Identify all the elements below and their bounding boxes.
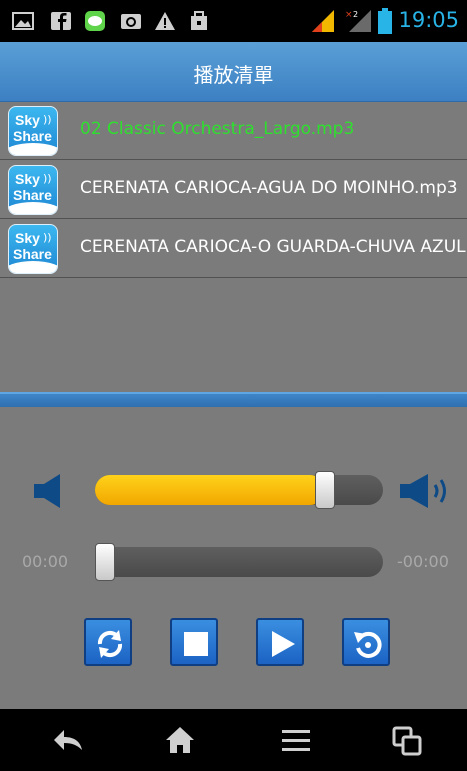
list-item[interactable]: Sky )) Share CERENATA CARIOCA-O GUARDA-C… xyxy=(0,220,467,278)
volume-thumb[interactable] xyxy=(315,471,335,509)
remaining-time: -00:00 xyxy=(397,552,449,571)
volume-high-icon[interactable] xyxy=(398,473,458,509)
repeat-button[interactable] xyxy=(84,618,132,666)
play-button[interactable] xyxy=(256,618,304,666)
line-icon xyxy=(85,11,105,31)
page-title: 播放清單 xyxy=(193,63,274,87)
play-icon xyxy=(272,631,295,657)
volume-fill xyxy=(95,475,325,505)
navigation-bar xyxy=(0,709,467,771)
repeat-icon xyxy=(97,630,123,658)
menu-icon[interactable] xyxy=(281,726,311,754)
home-icon[interactable] xyxy=(165,726,195,754)
track-name: 02 Classic Orchestra_Largo.mp3 xyxy=(80,119,355,139)
clock: 19:05 xyxy=(398,8,459,32)
image-icon xyxy=(12,12,34,30)
list-item[interactable]: Sky )) Share CERENATA CARIOCA-AGUA DO MO… xyxy=(0,161,467,219)
volume-low-icon[interactable] xyxy=(30,473,66,509)
list-item[interactable]: Sky )) Share 02 Classic Orchestra_Largo.… xyxy=(0,102,467,160)
playlist: Sky )) Share 02 Classic Orchestra_Largo.… xyxy=(0,102,467,392)
divider xyxy=(0,392,467,407)
bag-icon xyxy=(191,11,207,30)
facebook-icon xyxy=(51,12,71,30)
stop-icon xyxy=(184,632,208,656)
signal-icon xyxy=(312,10,334,32)
svg-text:×: × xyxy=(345,10,353,20)
svg-text:2: 2 xyxy=(353,10,358,19)
position-thumb[interactable] xyxy=(95,543,115,581)
status-bar: × 2 19:05 xyxy=(0,0,467,42)
replay-icon xyxy=(354,631,382,658)
elapsed-time: 00:00 xyxy=(22,552,69,571)
replay-button[interactable] xyxy=(342,618,390,666)
header: 播放清單 xyxy=(0,42,467,102)
photo-icon xyxy=(121,14,141,29)
position-slider[interactable] xyxy=(95,543,383,581)
signal2-icon: × 2 xyxy=(345,10,371,32)
track-name: CERENATA CARIOCA-AGUA DO MOINHO.mp3 xyxy=(80,178,458,198)
recent-apps-icon[interactable] xyxy=(392,726,422,756)
battery-icon xyxy=(378,8,392,34)
alert-icon xyxy=(155,12,175,30)
skyshare-icon: Sky )) Share xyxy=(8,224,58,274)
volume-slider[interactable] xyxy=(95,471,383,509)
stop-button[interactable] xyxy=(170,618,218,666)
skyshare-icon: Sky )) Share xyxy=(8,106,58,156)
skyshare-icon: Sky )) Share xyxy=(8,165,58,215)
back-icon[interactable] xyxy=(52,726,84,754)
player-controls: 00:00 -00:00 xyxy=(0,407,467,709)
track-name: CERENATA CARIOCA-O GUARDA-CHUVA AZUL.mp3 xyxy=(80,237,467,257)
